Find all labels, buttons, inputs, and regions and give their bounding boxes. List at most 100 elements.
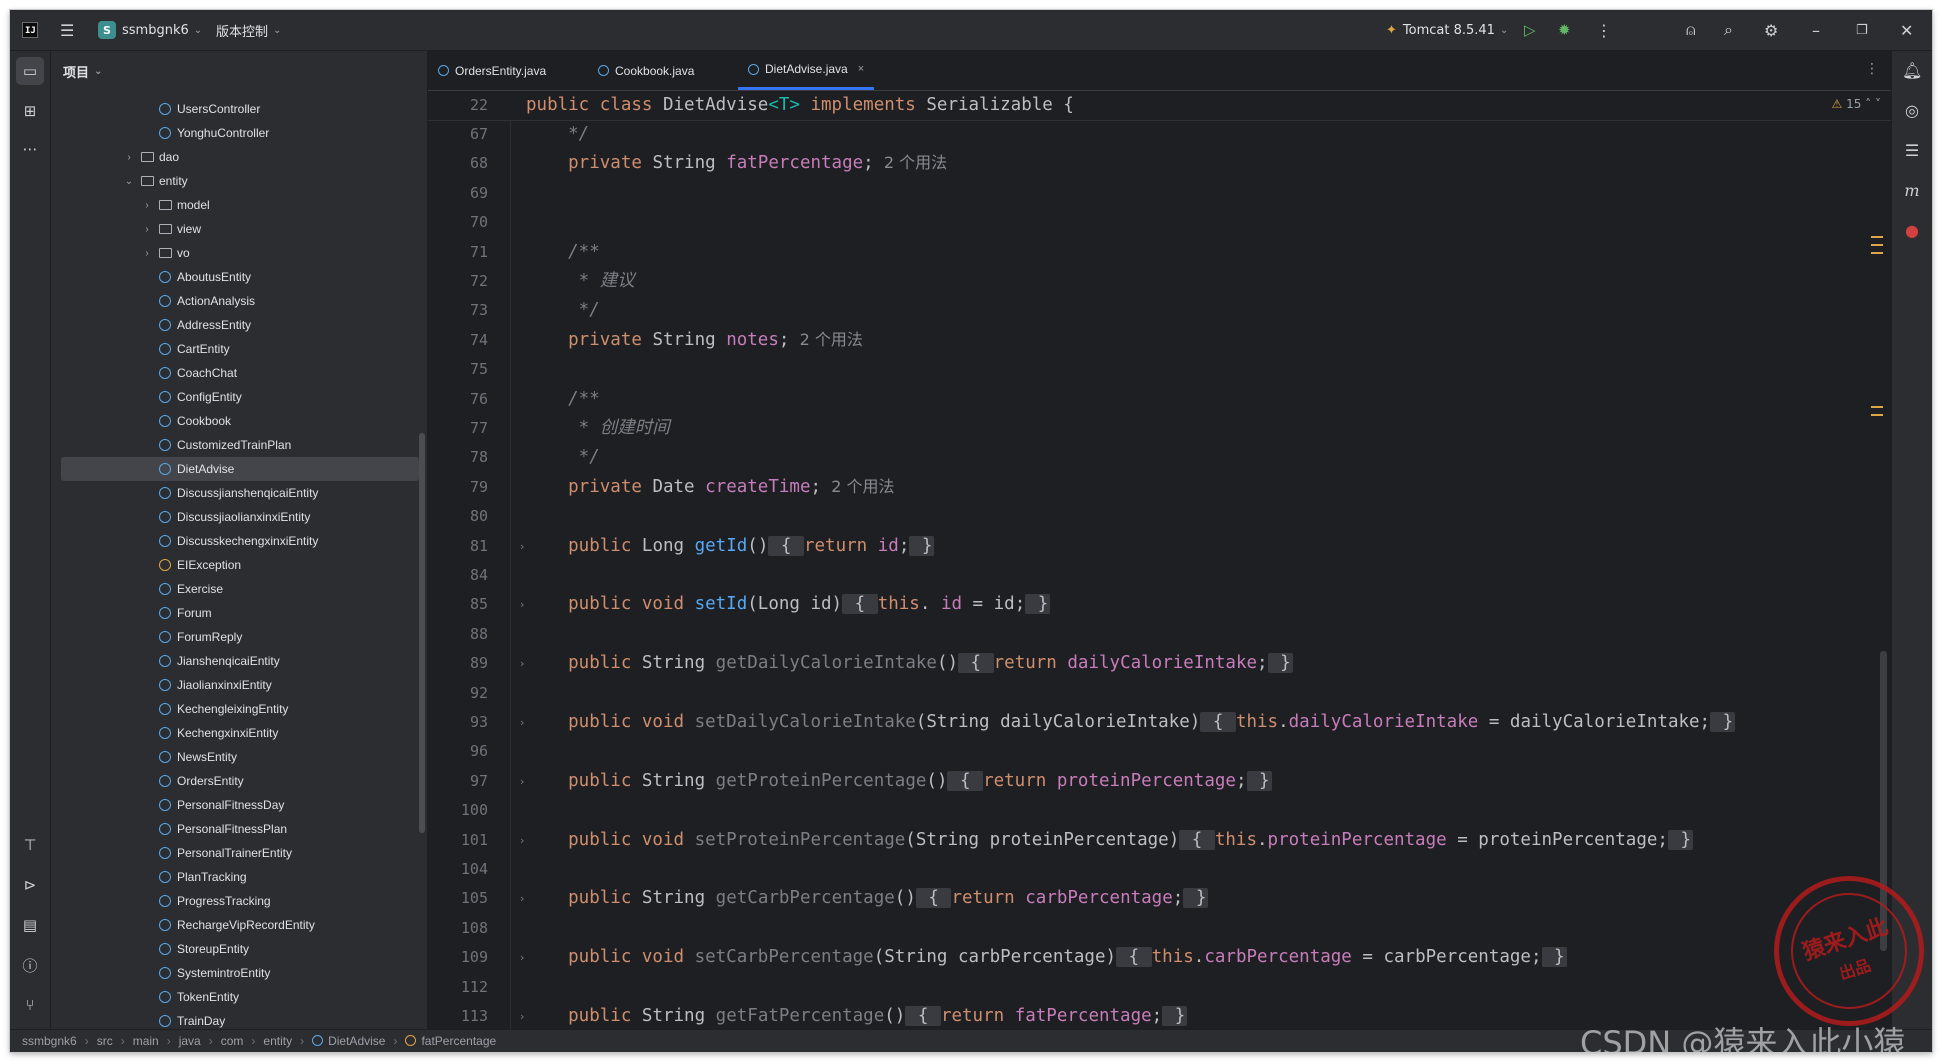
code-line[interactable]: 93 › public void setDailyCalorieIntake(St… [428,708,1891,737]
breadcrumb-item[interactable]: fatPercentage [405,1034,496,1048]
code-line[interactable]: 97 › public String getProteinPercentage()… [428,767,1891,796]
notifications-icon[interactable]: 🔔︎ [1902,61,1922,81]
tree-item[interactable]: RechargeVipRecordEntity [51,913,427,937]
code-line[interactable]: 74 private String notes; 2 个用法 [428,326,1891,355]
tree-item[interactable]: KechengleixingEntity [51,697,427,721]
code-line[interactable]: 72 * 建议 [428,267,1891,296]
tree-item[interactable]: DiscussjianshenqicaiEntity [51,481,427,505]
code-line[interactable]: 68 private String fatPercentage; 2 个用法 [428,149,1891,178]
project-panel-header[interactable]: 项目 ⌄ [51,51,427,91]
tree-item[interactable]: Cookbook [51,409,427,433]
fold-expand-icon[interactable]: › [520,884,524,913]
tree-item[interactable]: AboutusEntity [51,265,427,289]
tree-item[interactable]: ProgressTracking [51,889,427,913]
tree-item[interactable]: KechengxinxiEntity [51,721,427,745]
breadcrumb-item[interactable]: entity [263,1034,292,1048]
tree-item[interactable]: CoachChat [51,361,427,385]
database-icon[interactable]: ☰ [1902,141,1922,161]
problems-icon[interactable]: ⓘ [16,951,44,979]
code-line[interactable]: 96 [428,737,1891,766]
breadcrumb-item[interactable]: DietAdvise [312,1034,385,1048]
close-tab-icon[interactable]: × [858,63,864,75]
chevron-right-icon[interactable]: › [141,224,153,235]
code-line[interactable]: 88 [428,620,1891,649]
settings-icon[interactable]: ⚙ [1764,10,1778,50]
warning-indicator[interactable]: ⚠ 15 ˄ ˅ [1831,97,1881,111]
tree-item[interactable]: PlanTracking [51,865,427,889]
tree-item[interactable]: PersonalFitnessDay [51,793,427,817]
breadcrumb-item[interactable]: main [133,1034,159,1048]
code-line[interactable]: 77 * 创建时间 [428,414,1891,443]
tree-item[interactable]: ConfigEntity [51,385,427,409]
tree-item[interactable]: PersonalFitnessPlan [51,817,427,841]
fold-expand-icon[interactable]: › [520,1002,524,1030]
chevron-right-icon[interactable]: › [141,248,153,259]
tree-item[interactable]: DietAdvise [61,457,419,481]
chevron-right-icon[interactable]: › [141,200,153,211]
code-line[interactable]: 89 › public String getDailyCalorieIntake(… [428,649,1891,678]
tree-item[interactable]: DiscussjiaolianxinxiEntity [51,505,427,529]
code-line[interactable]: 73 */ [428,296,1891,325]
tree-item[interactable]: NewsEntity [51,745,427,769]
fold-expand-icon[interactable]: › [520,532,524,561]
services-icon[interactable]: ⊳ [16,871,44,899]
project-folder-icon[interactable]: ▭ [16,57,44,85]
intellij-logo-icon[interactable]: IJ [22,10,38,50]
tree-item[interactable]: JiaolianxinxiEntity [51,673,427,697]
vcs-menu[interactable]: 版本控制 ⌄ [216,10,281,50]
editor-tab[interactable]: OrdersEntity.java [428,51,556,90]
code-line[interactable]: 108 [428,914,1891,943]
fold-expand-icon[interactable]: › [520,649,524,678]
more-icon[interactable]: ⋮ [1596,10,1612,50]
code-line[interactable]: 75 [428,355,1891,384]
minimize-icon[interactable]: – [1812,10,1820,50]
code-line[interactable]: 92 [428,679,1891,708]
tree-item[interactable]: AddressEntity [51,313,427,337]
fold-expand-icon[interactable]: › [520,708,524,737]
breadcrumb-item[interactable]: ssmbgnk6 [22,1034,77,1048]
tree-item[interactable]: › model [51,193,427,217]
project-switcher[interactable]: S ssmbgnk6 ⌄ [98,10,202,50]
tree-item[interactable]: ActionAnalysis [51,289,427,313]
tree-item[interactable]: ⌄ entity [51,169,427,193]
tree-item[interactable]: TrainDay [51,1009,427,1030]
tree-item[interactable]: CustomizedTrainPlan [51,433,427,457]
tree-scrollbar[interactable] [419,433,425,833]
tree-item[interactable]: OrdersEntity [51,769,427,793]
code-line[interactable]: 80 [428,502,1891,531]
code-line[interactable]: 100 [428,796,1891,825]
code-line[interactable]: 69 [428,179,1891,208]
more-icon[interactable]: ⋮ [1865,61,1879,77]
tree-item[interactable]: › dao [51,145,427,169]
ai-assistant-icon[interactable]: ◎ [1902,101,1922,121]
tree-item[interactable]: ForumReply [51,625,427,649]
code-line[interactable]: 112 [428,973,1891,1002]
structure-icon[interactable]: ⊞ [16,97,44,125]
code-line[interactable]: 84 [428,561,1891,590]
terminal-icon[interactable]: ▤ [16,911,44,939]
fold-expand-icon[interactable]: › [520,767,524,796]
chevron-right-icon[interactable]: › [123,152,135,163]
tree-item[interactable]: TokenEntity [51,985,427,1009]
code-line[interactable]: 101 › public void setProteinPercentage(St… [428,826,1891,855]
code-line[interactable]: 76 /** [428,385,1891,414]
tree-item[interactable]: DiscusskechengxinxiEntity [51,529,427,553]
code-line[interactable]: 81 › public Long getId() { return id; } [428,532,1891,561]
build-icon[interactable]: ⊤ [16,831,44,859]
code-line[interactable]: 78 */ [428,443,1891,472]
tree-item[interactable]: SystemintroEntity [51,961,427,985]
tree-item[interactable]: YonghuController [51,121,427,145]
tree-item[interactable]: EIException [51,553,427,577]
debug-icon[interactable]: ✹ [1558,10,1571,50]
run-icon[interactable]: ▷ [1524,10,1536,50]
code-line[interactable]: 67 */ [428,120,1891,149]
more-tools-icon[interactable]: ⋯ [16,135,44,163]
close-icon[interactable]: ✕ [1900,10,1913,50]
code-line[interactable]: 109 › public void setCarbPercentage(Strin… [428,943,1891,972]
code-line[interactable]: 71 /** [428,238,1891,267]
tree-item[interactable]: UsersController [51,97,427,121]
tree-item[interactable]: StoreupEntity [51,937,427,961]
tree-item[interactable]: JianshenqicaiEntity [51,649,427,673]
chevron-down-icon[interactable]: ⌄ [123,176,135,187]
fold-expand-icon[interactable]: › [520,590,524,619]
